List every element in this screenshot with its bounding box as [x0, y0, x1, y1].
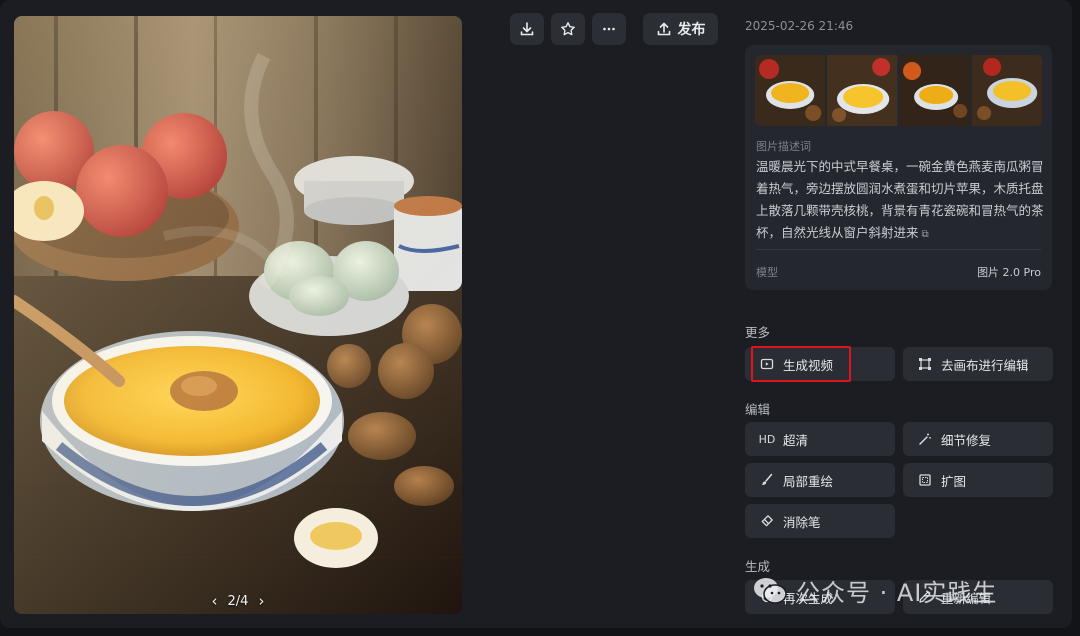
breakfast-image [14, 16, 462, 614]
copy-icon[interactable]: ⧉ [922, 229, 929, 240]
brush-icon [759, 472, 775, 488]
star-icon [561, 22, 575, 36]
upscale-hd-label: 超清 [783, 432, 809, 448]
thumbnail-3[interactable] [899, 55, 970, 126]
re-edit-button[interactable]: 重新编辑 [903, 580, 1053, 614]
thumbnail-2[interactable] [827, 55, 898, 126]
ellipsis-icon [603, 27, 615, 31]
eraser-icon [759, 513, 775, 529]
eraser-label: 消除笔 [783, 514, 821, 530]
card-divider [756, 249, 1041, 250]
description-body: 温暖晨光下的中式早餐桌，一碗金黄色燕麦南瓜粥冒着热气，旁边摆放圆润水煮蛋和切片苹… [756, 159, 1044, 240]
chevron-left-icon[interactable]: ‹ [212, 592, 218, 610]
model-label: 模型 [756, 266, 778, 279]
model-value: 图片 2.0 Pro [977, 266, 1041, 279]
favorite-button[interactable] [551, 13, 585, 45]
generated-image-viewer[interactable]: ‹ 2/4 › [14, 16, 462, 614]
inpaint-button[interactable]: 局部重绘 [745, 463, 895, 497]
image-pager: ‹ 2/4 › [14, 592, 462, 610]
upload-icon [657, 22, 670, 36]
detail-repair-label: 细节修复 [941, 432, 992, 448]
regenerate-button[interactable]: 再次生成 [745, 580, 895, 614]
eraser-button[interactable]: 消除笔 [745, 504, 895, 538]
detail-repair-button[interactable]: 细节修复 [903, 422, 1053, 456]
chevron-right-icon[interactable]: › [258, 592, 264, 610]
description-label: 图片描述词 [756, 140, 811, 153]
video-icon [759, 356, 775, 372]
magic-wand-icon [917, 431, 933, 447]
expand-image-label: 扩图 [941, 473, 967, 489]
thumbnail-4[interactable] [971, 55, 1042, 126]
regenerate-label: 再次生成 [783, 590, 834, 606]
re-edit-label: 重新编辑 [941, 590, 992, 606]
section-edit-title: 编辑 [745, 402, 771, 417]
publish-button[interactable]: 发布 [643, 13, 718, 45]
pager-counter: 2/4 [227, 593, 249, 609]
expand-icon [917, 472, 933, 488]
info-card: 图片描述词 温暖晨光下的中式早餐桌，一碗金黄色燕麦南瓜粥冒着热气，旁边摆放圆润水… [745, 45, 1052, 290]
edit-on-canvas-label: 去画布进行编辑 [941, 357, 1029, 373]
hd-icon: HD [758, 432, 776, 446]
edit-on-canvas-button[interactable]: 去画布进行编辑 [903, 347, 1053, 381]
download-icon [520, 22, 534, 36]
generate-video-label: 生成视频 [783, 357, 834, 373]
thumbnail-strip [755, 55, 1042, 126]
description-text: 温暖晨光下的中式早餐桌，一碗金黄色燕麦南瓜粥冒着热气，旁边摆放圆润水煮蛋和切片苹… [756, 156, 1046, 246]
section-more-title: 更多 [745, 325, 771, 340]
section-generate-title: 生成 [745, 559, 771, 574]
inpaint-label: 局部重绘 [783, 473, 834, 489]
refresh-icon [759, 589, 775, 605]
publish-label: 发布 [677, 22, 706, 38]
thumbnail-1[interactable] [755, 55, 826, 126]
expand-image-button[interactable]: 扩图 [903, 463, 1053, 497]
canvas-icon [917, 356, 933, 372]
pencil-icon [917, 589, 933, 605]
generate-video-button[interactable]: 生成视频 [745, 347, 895, 381]
more-button[interactable] [592, 13, 626, 45]
download-button[interactable] [510, 13, 544, 45]
upscale-hd-button[interactable]: HD 超清 [745, 422, 895, 456]
timestamp: 2025-02-26 21:46 [745, 19, 854, 33]
